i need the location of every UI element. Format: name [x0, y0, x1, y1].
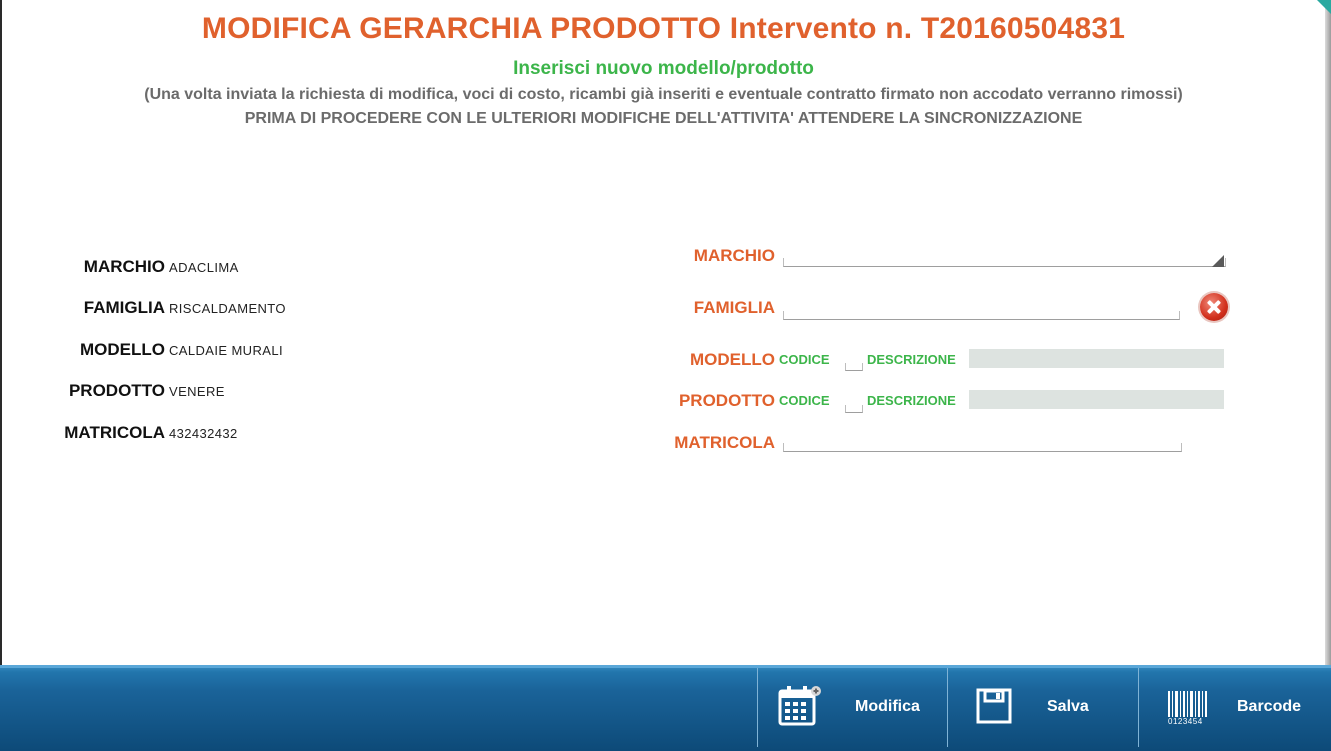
famiglia-label: FAMIGLIA: [693, 298, 775, 317]
current-modello-value: CALDAIE MURALI: [169, 343, 283, 358]
prodotto-codice-label: CODICE: [779, 393, 830, 408]
barcode-label: Barcode: [1237, 698, 1302, 715]
current-matricola-row: MATRICOLA 432432432: [2, 421, 602, 445]
modello-label: MODELLO: [690, 350, 775, 369]
bottom-toolbar: Modifica Salva 0123454 Barcode: [0, 665, 1331, 751]
barcode-button[interactable]: 0123454 Barcode: [1138, 668, 1331, 747]
warning-notice: (Una volta inviata la richiesta di modif…: [144, 86, 1183, 103]
salva-label: Salva: [1047, 698, 1089, 715]
prodotto-codice-input[interactable]: [845, 405, 863, 413]
prodotto-label: PRODOTTO: [678, 391, 775, 410]
current-famiglia-value: RISCALDAMENTO: [169, 301, 286, 316]
prodotto-descrizione-field: [969, 390, 1224, 409]
modifica-button[interactable]: Modifica: [757, 668, 947, 747]
save-icon: [976, 688, 1014, 731]
calendar-add-icon: [778, 684, 822, 733]
current-matricola-label: MATRICOLA: [64, 423, 165, 442]
modello-codice-label: CODICE: [779, 352, 830, 367]
barcode-icon: 0123454: [1167, 690, 1209, 733]
app-screen: MODIFICA GERARCHIA PRODOTTO Intervento n…: [2, 0, 1325, 751]
modifica-label: Modifica: [855, 698, 920, 715]
sync-notice: PRIMA DI PROCEDERE CON LE ULTERIORI MODI…: [244, 110, 1083, 127]
current-modello-label: MODELLO: [80, 340, 165, 359]
current-prodotto-value: VENERE: [169, 384, 225, 399]
current-marchio-value: ADACLIMA: [169, 260, 239, 275]
clear-famiglia-icon[interactable]: [1200, 293, 1228, 321]
current-prodotto-label: PRODOTTO: [68, 381, 165, 400]
spinner-arrow-icon: [1212, 255, 1224, 267]
marchio-label: MARCHIO: [693, 246, 775, 265]
window-edge: [1325, 0, 1331, 751]
corner-indicator: [1317, 0, 1331, 14]
modello-codice-input[interactable]: [845, 363, 863, 371]
modello-descrizione-label: DESCRIZIONE: [867, 352, 956, 367]
current-matricola-value: 432432432: [169, 426, 238, 441]
page-subtitle: Inserisci nuovo modello/prodotto: [513, 58, 814, 79]
prodotto-descrizione-label: DESCRIZIONE: [867, 393, 956, 408]
marchio-spinner[interactable]: [783, 258, 1226, 267]
current-famiglia-label: FAMIGLIA: [83, 298, 165, 317]
salva-button[interactable]: Salva: [947, 668, 1138, 747]
current-marchio-label: MARCHIO: [83, 257, 165, 276]
famiglia-field[interactable]: [783, 311, 1180, 320]
page-title: MODIFICA GERARCHIA PRODOTTO Intervento n…: [201, 12, 1126, 45]
modello-descrizione-field: [969, 349, 1224, 368]
current-modello-row: MODELLO CALDAIE MURALI: [2, 338, 602, 362]
matricola-input[interactable]: [783, 443, 1182, 452]
matricola-label: MATRICOLA: [674, 433, 775, 452]
current-famiglia-row: FAMIGLIA RISCALDAMENTO: [2, 296, 602, 320]
current-prodotto-row: PRODOTTO VENERE: [2, 379, 602, 403]
current-marchio-row: MARCHIO ADACLIMA: [2, 255, 602, 279]
barcode-digits: 0123454: [1168, 717, 1203, 726]
